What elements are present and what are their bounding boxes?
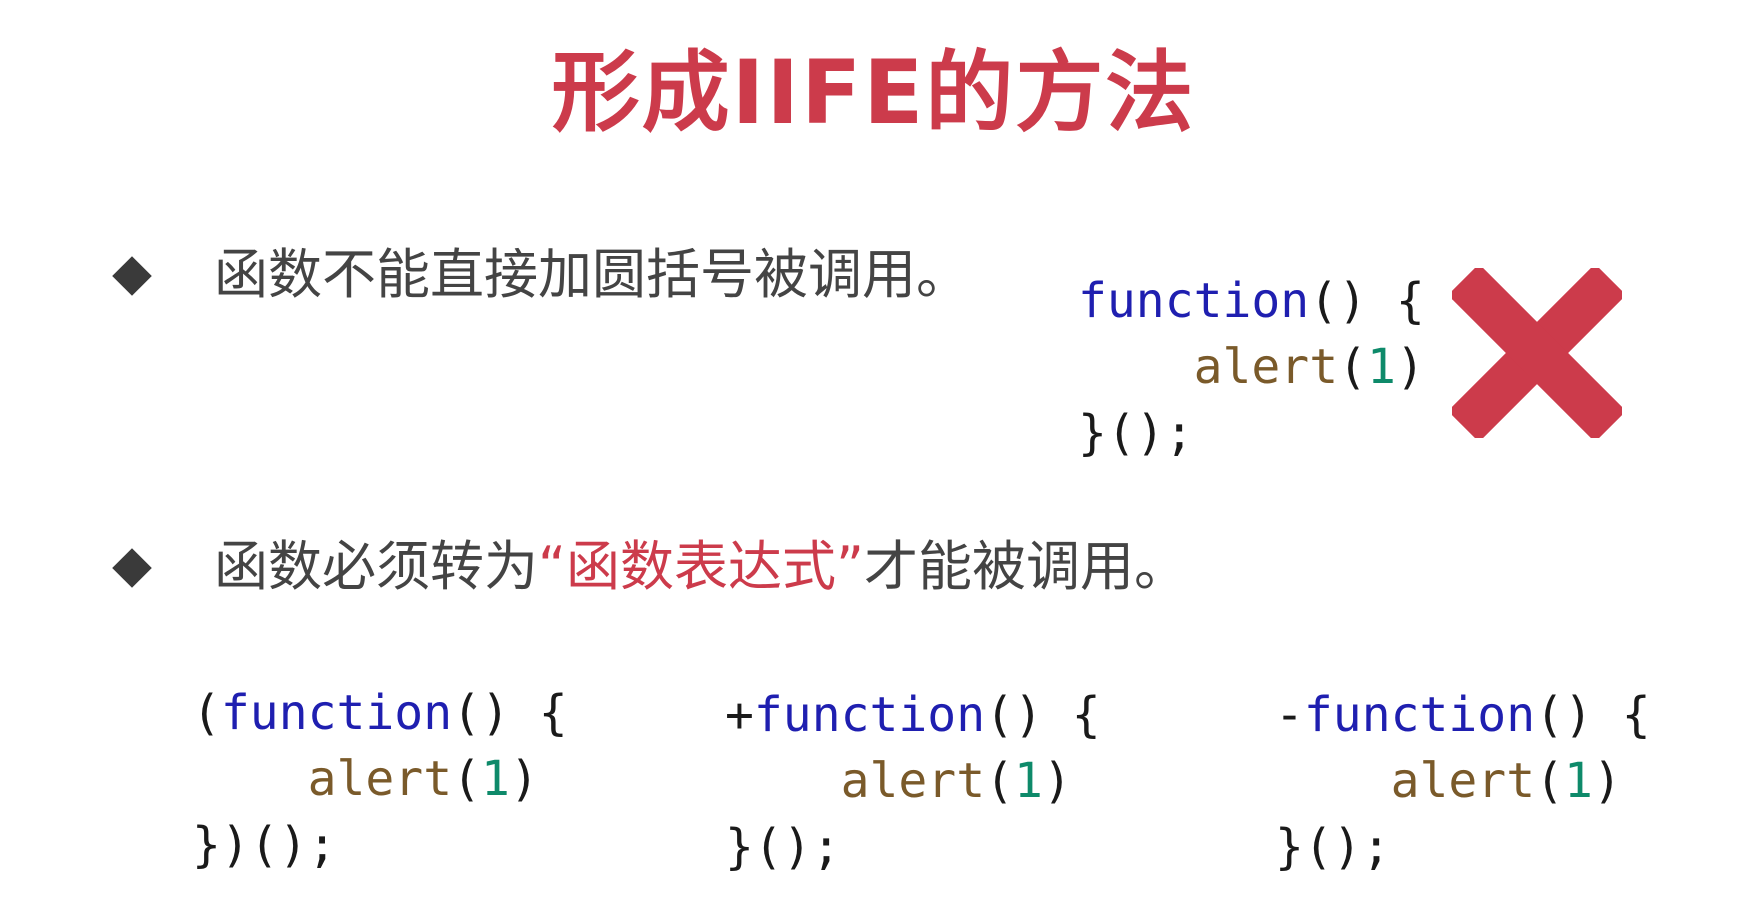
bullet-item-1: 函数不能直接加圆括号被调用。 xyxy=(112,243,1018,308)
code-punct: ( xyxy=(985,753,1014,809)
code-punct: }(); xyxy=(725,819,841,875)
page-title: 形成IIFE的方法 xyxy=(551,41,1196,144)
code-prefix: - xyxy=(1275,687,1304,743)
bullet-item-2: 函数必须转为“函数表达式”才能被调用。 xyxy=(112,540,1418,600)
code-keyword: function xyxy=(1078,273,1310,329)
code-punct: ( xyxy=(1535,753,1564,809)
code-number: 1 xyxy=(1367,339,1396,395)
code-example-1: (function() { alert(1) })(); xyxy=(192,680,568,878)
code-punct: () { xyxy=(1535,687,1651,743)
code-punct: () { xyxy=(1309,273,1425,329)
code-punct: ) xyxy=(1592,753,1622,809)
code-punct: () { xyxy=(985,687,1101,743)
code-keyword: function xyxy=(1303,687,1536,743)
code-function-name: alert xyxy=(840,753,986,809)
cross-icon xyxy=(1452,268,1622,438)
code-prefix: + xyxy=(725,687,754,743)
bullet-text-2: 函数必须转为“函数表达式”才能被调用。 xyxy=(214,540,1188,594)
bullet-text-after: 才能被调用。 xyxy=(863,535,1188,598)
code-punct: })(); xyxy=(192,817,337,873)
code-number: 1 xyxy=(481,751,510,807)
bullet-text-1: 函数不能直接加圆括号被调用。 xyxy=(214,243,970,306)
code-punct: () { xyxy=(452,685,568,741)
code-keyword: function xyxy=(220,685,453,741)
code-function-name: alert xyxy=(307,751,453,807)
diamond-bullet-icon xyxy=(112,548,152,588)
code-punct: ) xyxy=(1042,753,1072,809)
code-block-wrong: function() { alert(1) }(); xyxy=(1078,268,1425,466)
code-keyword: function xyxy=(753,687,986,743)
diamond-bullet-icon xyxy=(112,256,152,296)
code-punct: ( xyxy=(452,751,481,807)
bullet-highlight: “函数表达式” xyxy=(538,535,864,598)
bullet-text-before: 函数必须转为 xyxy=(214,535,538,598)
code-function-name: alert xyxy=(1193,339,1339,395)
code-punct: }(); xyxy=(1275,819,1391,875)
code-punct: ) xyxy=(1395,339,1425,395)
code-function-name: alert xyxy=(1390,753,1536,809)
code-number: 1 xyxy=(1564,753,1593,809)
code-punct: }(); xyxy=(1078,405,1194,461)
code-number: 1 xyxy=(1014,753,1043,809)
code-example-2: +function() { alert(1) }(); xyxy=(725,682,1101,880)
code-prefix: ( xyxy=(192,685,221,741)
code-example-3: -function() { alert(1) }(); xyxy=(1275,682,1651,880)
code-punct: ) xyxy=(509,751,539,807)
code-punct: ( xyxy=(1338,339,1367,395)
